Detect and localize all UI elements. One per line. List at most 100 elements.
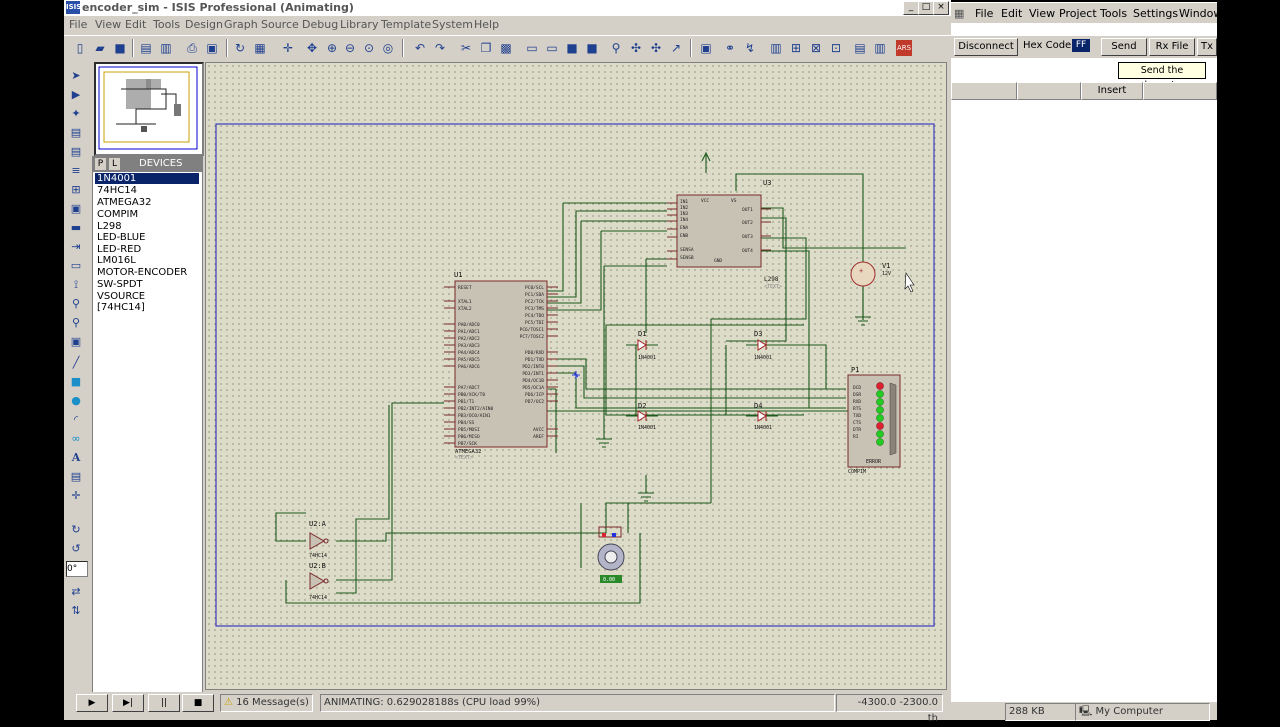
erc-icon[interactable]: ▥ (872, 40, 888, 56)
mirror-y-icon[interactable]: ⇅ (68, 603, 84, 619)
make-device-icon[interactable]: ✣ (628, 40, 644, 56)
device-item[interactable]: SW-SPDT (95, 279, 145, 290)
block-delete-icon[interactable]: ■ (584, 40, 600, 56)
path-icon[interactable]: ∞ (68, 431, 84, 447)
new-sheet-icon[interactable]: ▥ (768, 40, 784, 56)
column-header[interactable] (1143, 82, 1217, 100)
messages-indicator[interactable]: ⚠ 16 Message(s) (220, 694, 313, 712)
zoom-out-icon[interactable]: ⊖ (342, 40, 358, 56)
print-area-icon[interactable]: ▣ (204, 40, 220, 56)
wire-autorouter-icon[interactable]: ▣ (698, 40, 714, 56)
minimize-button[interactable]: _ (903, 1, 919, 15)
tx-file-button[interactable]: Tx (1197, 38, 1217, 56)
library-manager-button[interactable]: L (109, 158, 120, 170)
menu-source[interactable]: Source (261, 18, 299, 31)
menu-system[interactable]: System (432, 18, 473, 31)
menu-template[interactable]: Template (381, 18, 431, 31)
close-button[interactable]: × (933, 1, 949, 15)
rotation-field[interactable]: 0° (66, 561, 88, 577)
search-icon[interactable]: ⚭ (722, 40, 738, 56)
device-pins-icon[interactable]: ▬ (68, 220, 84, 236)
device-item[interactable]: ATMEGA32 (95, 197, 153, 208)
zoom-all-icon[interactable]: ⊙ (361, 40, 377, 56)
block-copy-icon[interactable]: ▭ (524, 40, 540, 56)
wire-label-icon[interactable]: ▤ (68, 125, 84, 141)
junction-dot-icon[interactable]: ✦ (68, 106, 84, 122)
marker-icon[interactable]: ✛ (68, 488, 84, 504)
terminal-menu-project[interactable]: Project (1059, 7, 1097, 20)
terminal-menu-edit[interactable]: Edit (1001, 7, 1022, 20)
circle-icon[interactable]: ● (68, 393, 84, 409)
grid-icon[interactable]: ▦ (252, 40, 268, 56)
subcircuit-icon[interactable]: ⊞ (68, 182, 84, 198)
pick-device-icon[interactable]: ⚲ (608, 40, 624, 56)
remove-sheet-icon[interactable]: ⊠ (808, 40, 824, 56)
component-mode-icon[interactable]: ▶ (68, 87, 84, 103)
decompose-icon[interactable]: ↗ (668, 40, 684, 56)
pick-devices-button[interactable]: P (95, 158, 106, 170)
mirror-x-icon[interactable]: ⇄ (68, 584, 84, 600)
stop-button[interactable]: ■ (182, 694, 214, 712)
graph-icon[interactable]: ⇥ (68, 239, 84, 255)
device-item[interactable]: LM016L (95, 255, 138, 266)
symbol-icon[interactable]: ▤ (68, 469, 84, 485)
terminal-menu-settings[interactable]: Settings (1133, 7, 1178, 20)
menu-library[interactable]: Library (340, 18, 378, 31)
play-button[interactable]: ▶ (76, 694, 108, 712)
device-item[interactable]: MOTOR-ENCODER (95, 267, 189, 278)
bom-icon[interactable]: ▤ (852, 40, 868, 56)
schematic-canvas[interactable]: U3 L298 <TEXT> IN1 IN2 IN3 IN4 ENA ENB S… (205, 62, 947, 690)
insert-column-header[interactable]: Insert (1081, 82, 1143, 100)
overview-window[interactable] (94, 62, 204, 156)
undo-icon[interactable]: ↶ (412, 40, 428, 56)
zoom-in-icon[interactable]: ⊕ (324, 40, 340, 56)
device-item[interactable]: COMPIM (95, 209, 140, 220)
copy-icon[interactable]: ❐ (478, 40, 494, 56)
menu-view[interactable]: View (95, 18, 121, 31)
text-script-icon[interactable]: ▤ (68, 144, 84, 160)
zoom-area-icon[interactable]: ◎ (380, 40, 396, 56)
rotate-cw-icon[interactable]: ↻ (68, 522, 84, 538)
line-icon[interactable]: ╱ (68, 355, 84, 371)
arc-icon[interactable]: ◜ (68, 412, 84, 428)
pause-button[interactable]: || (148, 694, 180, 712)
send-button[interactable]: Send (1101, 38, 1147, 56)
text-icon[interactable]: A (68, 450, 84, 466)
step-button[interactable]: ▶| (112, 694, 144, 712)
device-item[interactable]: 74HC14 (95, 185, 139, 196)
cut-icon[interactable]: ✂ (458, 40, 474, 56)
menu-tools[interactable]: Tools (153, 18, 180, 31)
menu-edit[interactable]: Edit (125, 18, 146, 31)
selection-mode-icon[interactable]: ➤ (68, 68, 84, 84)
goto-sheet-icon[interactable]: ⊡ (828, 40, 844, 56)
disconnect-button[interactable]: Disconnect (954, 38, 1018, 56)
terminal-menu-view[interactable]: View (1029, 7, 1055, 20)
hex-code-input[interactable]: FF (1072, 39, 1090, 52)
new-file-icon[interactable]: ▯ (72, 40, 88, 56)
block-rotate-icon[interactable]: ■ (564, 40, 580, 56)
menu-graph[interactable]: Graph (224, 18, 258, 31)
property-tool-icon[interactable]: ↯ (742, 40, 758, 56)
terminal-output-area[interactable] (951, 101, 1217, 701)
device-item[interactable]: VSOURCE (95, 291, 147, 302)
maximize-button[interactable]: □ (918, 1, 934, 15)
menu-debug[interactable]: Debug (302, 18, 338, 31)
box-icon[interactable]: ■ (68, 374, 84, 390)
menu-design[interactable]: Design (185, 18, 223, 31)
rx-file-button[interactable]: Rx File (1149, 38, 1195, 56)
menu-help[interactable]: Help (474, 18, 499, 31)
add-sheet-icon[interactable]: ⊞ (788, 40, 804, 56)
terminal-menu-file[interactable]: File (975, 7, 993, 20)
refresh-icon[interactable]: ↻ (232, 40, 248, 56)
import-icon[interactable]: ▤ (138, 40, 154, 56)
bus-icon[interactable]: ≡ (68, 163, 84, 179)
terminal-menu-tools[interactable]: Tools (1100, 7, 1127, 20)
ares-icon[interactable]: ARS (896, 40, 912, 56)
terminals-icon[interactable]: ▣ (68, 201, 84, 217)
menu-file[interactable]: File (69, 18, 87, 31)
paste-icon[interactable]: ▩ (498, 40, 514, 56)
voltage-probe-icon[interactable]: ⚲ (68, 296, 84, 312)
block-move-icon[interactable]: ▭ (544, 40, 560, 56)
pan-icon[interactable]: ✥ (304, 40, 320, 56)
origin-icon[interactable]: ✛ (280, 40, 296, 56)
